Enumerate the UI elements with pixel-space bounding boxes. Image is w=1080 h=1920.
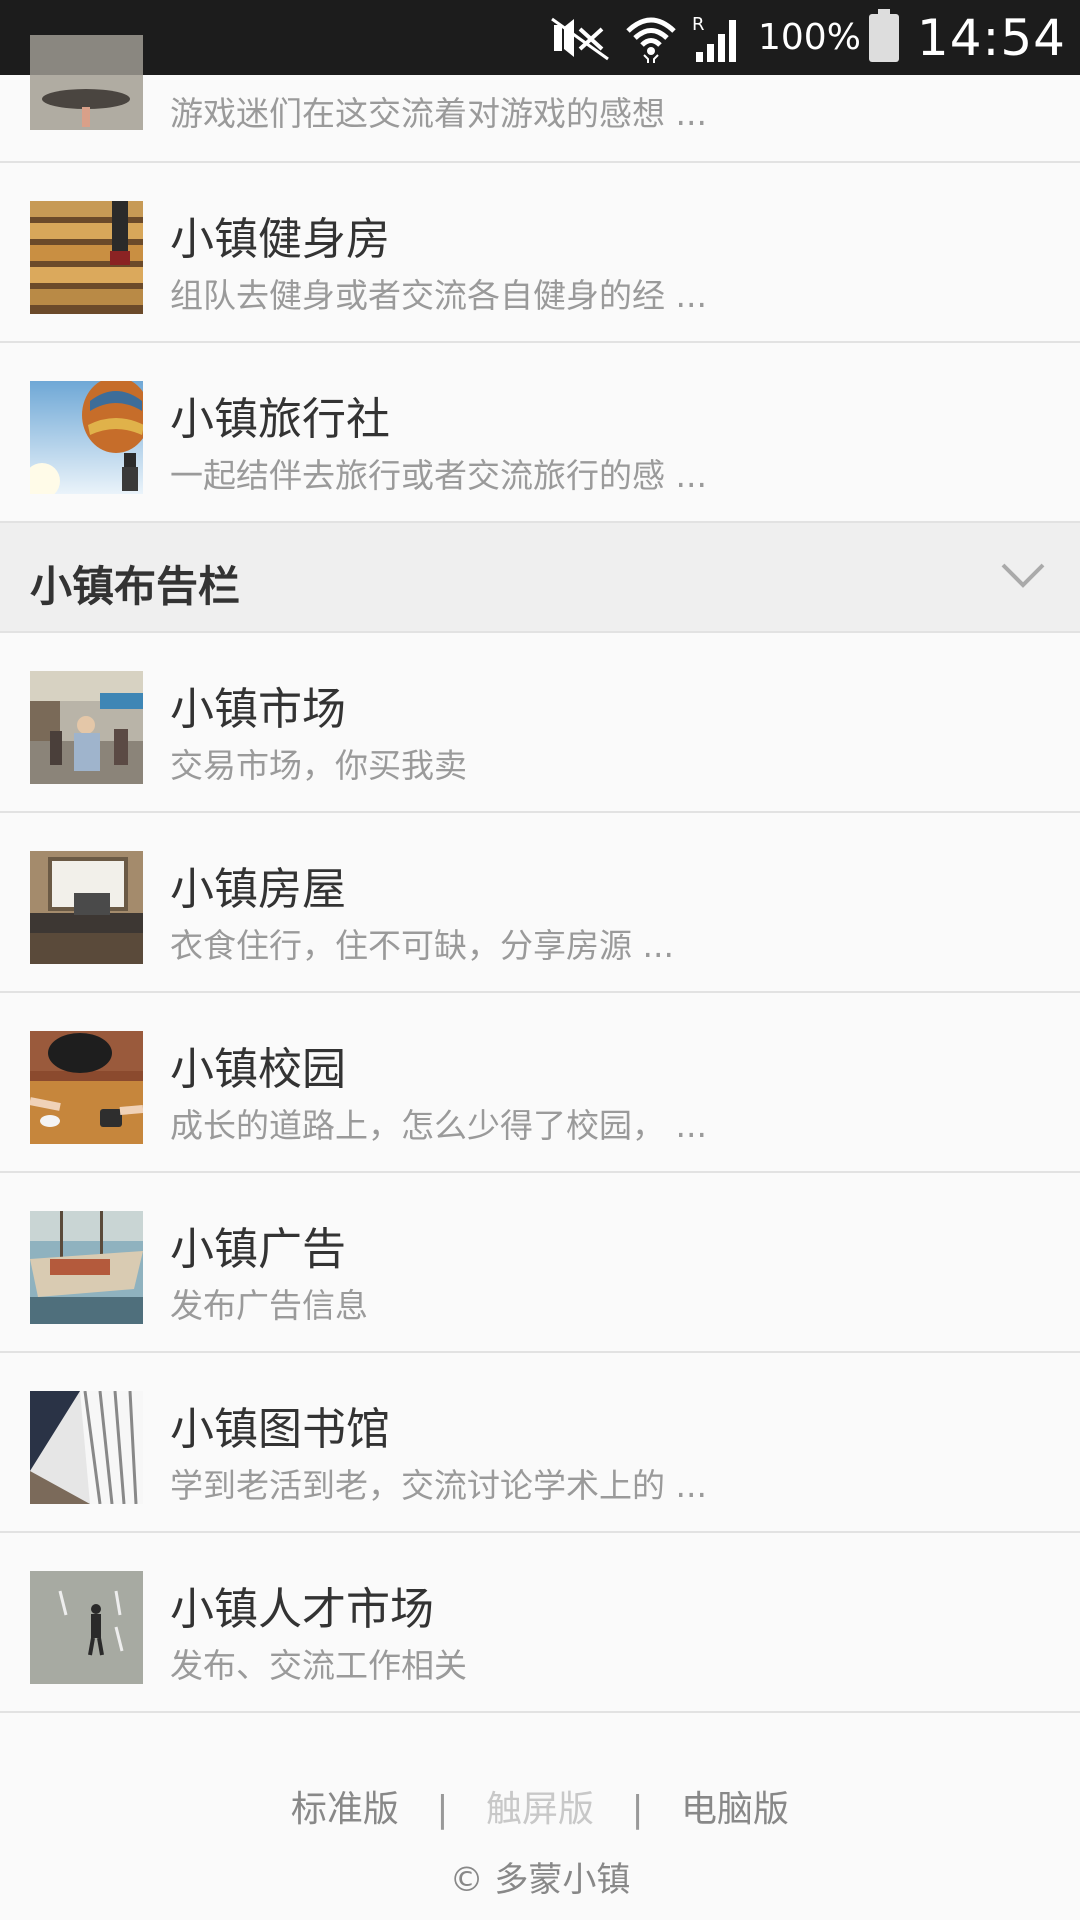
list-item[interactable]: 小镇健身房 组队去健身或者交流各自健身的经 ...	[0, 163, 1080, 343]
list-item-description: 游戏迷们在这交流着对游戏的感想 ...	[170, 94, 707, 133]
list-item-title: 小镇校园	[170, 1044, 346, 1095]
list-item[interactable]: 小镇广告 发布广告信息	[0, 1173, 1080, 1353]
list-item-description: 成长的道路上，怎么少得了校园， ...	[170, 1106, 707, 1145]
footer: 标准版 | 触屏版 | 电脑版 © 多蒙小镇	[0, 1716, 1080, 1920]
mute-icon	[548, 15, 612, 61]
campus-desk-image	[30, 1031, 143, 1144]
gym-stairs-image	[30, 201, 143, 314]
list-item[interactable]: 小镇旅行社 一起结伴去旅行或者交流旅行的感 ...	[0, 343, 1080, 523]
list-item[interactable]: 小镇校园 成长的道路上，怎么少得了校园， ...	[0, 993, 1080, 1173]
list-item-title: 小镇房屋	[170, 864, 346, 915]
list-item[interactable]: 小镇房屋 衣食住行，住不可缺，分享房源 ...	[0, 813, 1080, 993]
wifi-icon	[624, 13, 678, 63]
house-desk-image	[30, 851, 143, 964]
list-item[interactable]: 小镇市场 交易市场，你买我卖	[0, 633, 1080, 813]
list-item-description: 交易市场，你买我卖	[170, 746, 467, 785]
signal-icon: R	[690, 12, 742, 64]
list-item-description: 衣食住行，住不可缺，分享房源 ...	[170, 926, 674, 965]
list-item-title: 小镇广告	[170, 1224, 346, 1275]
list-item-title: 小镇旅行社	[170, 394, 390, 445]
section-header-bulletin[interactable]: 小镇布告栏	[0, 523, 1080, 633]
market-street-image	[30, 671, 143, 784]
boat-image	[30, 1211, 143, 1324]
link-standard-version[interactable]: 标准版	[291, 1780, 399, 1832]
link-desktop-version[interactable]: 电脑版	[681, 1780, 789, 1832]
list-item-title: 小镇人才市场	[170, 1584, 434, 1635]
hot-air-balloon-image	[30, 381, 143, 494]
list-item-description: 发布、交流工作相关	[170, 1646, 467, 1685]
list-item-description: 学到老活到老，交流讨论学术上的 ...	[170, 1466, 707, 1505]
svg-text:R: R	[692, 14, 705, 35]
list-item-description: 一起结伴去旅行或者交流旅行的感 ...	[170, 456, 707, 495]
section-title: 小镇布告栏	[30, 562, 241, 611]
chevron-down-icon[interactable]	[1000, 559, 1046, 595]
game-image	[30, 35, 143, 130]
link-touch-version[interactable]: 触屏版	[486, 1780, 594, 1832]
battery-icon	[868, 8, 899, 62]
clock-time: 14:54	[916, 8, 1066, 67]
copyright: © 多蒙小镇	[449, 1860, 631, 1900]
list-item[interactable]: 小镇图书馆 学到老活到老，交流讨论学术上的 ...	[0, 1353, 1080, 1533]
footer-links: 标准版 | 触屏版 | 电脑版	[0, 1780, 1080, 1832]
list-item-title: 小镇市场	[170, 684, 346, 735]
list-item-description: 组队去健身或者交流各自健身的经 ...	[170, 276, 707, 315]
forum-list: 游戏迷们在这交流着对游戏的感想 ... 小镇健身房 组队去健身或者交流各自健身的…	[0, 35, 1080, 1713]
library-building-image	[30, 1391, 143, 1504]
list-item[interactable]: 游戏迷们在这交流着对游戏的感想 ...	[0, 35, 1080, 163]
person-walking-image	[30, 1571, 143, 1684]
list-item[interactable]: 小镇人才市场 发布、交流工作相关	[0, 1533, 1080, 1713]
link-separator: |	[436, 1789, 449, 1830]
list-item-title: 小镇图书馆	[170, 1404, 390, 1455]
status-bar: R 100% 14:54	[0, 0, 1080, 75]
link-separator: |	[631, 1789, 644, 1830]
list-item-title: 小镇健身房	[170, 214, 390, 265]
list-item-description: 发布广告信息	[170, 1286, 368, 1325]
battery-percent: 100%	[757, 17, 861, 58]
